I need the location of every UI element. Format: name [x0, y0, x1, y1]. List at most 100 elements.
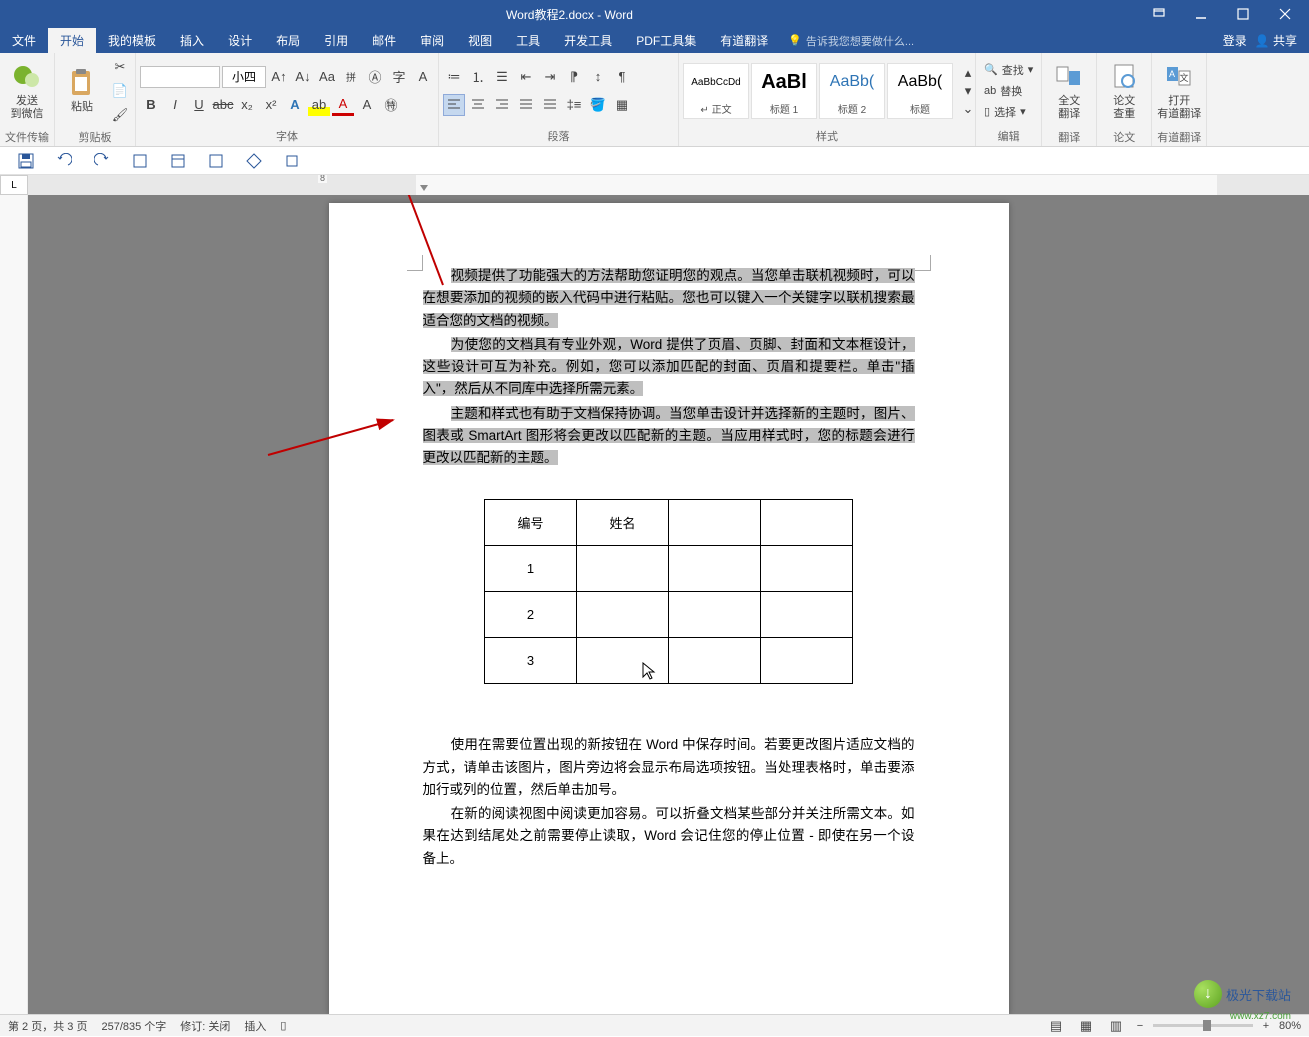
- numbering-button[interactable]: ⒈: [467, 66, 489, 88]
- status-page[interactable]: 第 2 页，共 3 页: [8, 1018, 87, 1034]
- ribbon-options-icon[interactable]: [1139, 1, 1179, 27]
- enclosed-char-button[interactable]: A: [412, 66, 434, 88]
- font-name-select[interactable]: [140, 66, 220, 88]
- ruler-horizontal[interactable]: 8: [28, 175, 1309, 195]
- increase-indent-button[interactable]: ⇥: [539, 66, 561, 88]
- style-title[interactable]: AaBb(标题: [887, 63, 953, 119]
- font-color-button[interactable]: A: [332, 94, 354, 116]
- qat-btn-6[interactable]: [206, 151, 226, 171]
- tab-mail[interactable]: 邮件: [360, 28, 408, 53]
- align-left-button[interactable]: [443, 94, 465, 116]
- paragraph-3[interactable]: 主题和样式也有助于文档保持协调。当您单击设计并选择新的主题时，图片、图表或 Sm…: [423, 403, 915, 470]
- ruler-vertical[interactable]: [0, 195, 28, 1015]
- view-web-button[interactable]: ▥: [1105, 1015, 1127, 1037]
- zoom-out-button[interactable]: −: [1135, 1020, 1145, 1032]
- borders-button[interactable]: ▦: [611, 94, 633, 116]
- clear-format-button[interactable]: Ⓐ: [364, 66, 386, 88]
- bullets-button[interactable]: ≔: [443, 66, 465, 88]
- tab-file[interactable]: 文件: [0, 28, 48, 53]
- tab-view[interactable]: 视图: [456, 28, 504, 53]
- document-table[interactable]: 编号姓名 1 2 3: [484, 499, 853, 684]
- qat-btn-7[interactable]: [244, 151, 264, 171]
- paste-button[interactable]: 粘贴: [59, 55, 105, 127]
- underline-button[interactable]: U: [188, 94, 210, 116]
- align-justify-button[interactable]: [515, 94, 537, 116]
- paragraph-4[interactable]: 使用在需要位置出现的新按钮在 Word 中保存时间。若要更改图片适应文档的方式，…: [423, 734, 915, 801]
- align-center-button[interactable]: [467, 94, 489, 116]
- view-print-button[interactable]: ▦: [1075, 1015, 1097, 1037]
- strikethrough-button[interactable]: abc: [212, 94, 234, 116]
- minimize-button[interactable]: [1181, 1, 1221, 27]
- fulltext-translate-button[interactable]: 全文 翻译: [1046, 55, 1092, 127]
- undo-button[interactable]: [54, 151, 74, 171]
- multilevel-button[interactable]: ☰: [491, 66, 513, 88]
- decrease-indent-button[interactable]: ⇤: [515, 66, 537, 88]
- find-button[interactable]: 🔍查找 ▾: [984, 60, 1033, 80]
- font-size-select[interactable]: [222, 66, 266, 88]
- view-read-button[interactable]: ▤: [1045, 1015, 1067, 1037]
- share-button[interactable]: 👤 共享: [1255, 32, 1297, 49]
- italic-button[interactable]: I: [164, 94, 186, 116]
- paragraph-5[interactable]: 在新的阅读视图中阅读更加容易。可以折叠文档某些部分并关注所需文本。如果在达到结尾…: [423, 803, 915, 870]
- superscript-button[interactable]: x²: [260, 94, 282, 116]
- text-direction-button[interactable]: ⁋: [563, 66, 585, 88]
- tab-insert[interactable]: 插入: [168, 28, 216, 53]
- subscript-button[interactable]: x₂: [236, 94, 258, 116]
- zoom-slider[interactable]: [1153, 1024, 1253, 1027]
- maximize-button[interactable]: [1223, 1, 1263, 27]
- open-youdao-button[interactable]: A文打开 有道翻译: [1156, 55, 1202, 127]
- align-right-button[interactable]: [491, 94, 513, 116]
- border-char-button[interactable]: 字: [388, 66, 410, 88]
- sort-button[interactable]: ↕: [587, 66, 609, 88]
- style-heading2[interactable]: AaBb(标题 2: [819, 63, 885, 119]
- save-button[interactable]: [16, 151, 36, 171]
- phonetic-button[interactable]: 拼: [340, 66, 362, 88]
- enclose-char-button[interactable]: ㊕: [380, 94, 402, 116]
- tab-templates[interactable]: 我的模板: [96, 28, 168, 53]
- tab-pdf[interactable]: PDF工具集: [624, 28, 708, 53]
- show-marks-button[interactable]: ¶: [611, 66, 633, 88]
- tell-me-input[interactable]: 💡 告诉我您想要做什么...: [788, 33, 914, 49]
- tab-design[interactable]: 设计: [216, 28, 264, 53]
- status-revision[interactable]: 修订: 关闭: [180, 1018, 230, 1034]
- close-button[interactable]: [1265, 1, 1305, 27]
- send-wechat-button[interactable]: 发送 到微信: [4, 55, 50, 127]
- tab-layout[interactable]: 布局: [264, 28, 312, 53]
- thesis-check-button[interactable]: 论文 查重: [1101, 55, 1147, 127]
- status-overtype-icon[interactable]: ▯: [280, 1019, 286, 1032]
- cut-button[interactable]: ✂: [109, 56, 131, 78]
- qat-btn-5[interactable]: [168, 151, 188, 171]
- tab-tools[interactable]: 工具: [504, 28, 552, 53]
- style-gallery[interactable]: AaBbCcDd↵ 正文 AaBl标题 1 AaBb(标题 2 AaBb(标题: [683, 63, 953, 119]
- align-distribute-button[interactable]: [539, 94, 561, 116]
- redo-button[interactable]: [92, 151, 112, 171]
- style-heading1[interactable]: AaBl标题 1: [751, 63, 817, 119]
- paragraph-2[interactable]: 为使您的文档具有专业外观，Word 提供了页眉、页脚、封面和文本框设计，这些设计…: [423, 334, 915, 401]
- login-button[interactable]: 登录: [1223, 32, 1247, 49]
- grow-font-button[interactable]: A↑: [268, 66, 290, 88]
- qat-btn-8[interactable]: [282, 151, 302, 171]
- qat-btn-4[interactable]: [130, 151, 150, 171]
- tab-references[interactable]: 引用: [312, 28, 360, 53]
- select-button[interactable]: ▯选择 ▾: [984, 102, 1033, 122]
- copy-button[interactable]: 📄: [109, 80, 131, 102]
- tab-devtools[interactable]: 开发工具: [552, 28, 624, 53]
- status-words[interactable]: 257/835 个字: [101, 1018, 166, 1034]
- bold-button[interactable]: B: [140, 94, 162, 116]
- format-painter-button[interactable]: 🖌: [109, 104, 131, 126]
- tab-review[interactable]: 审阅: [408, 28, 456, 53]
- change-case-button[interactable]: Aa: [316, 66, 338, 88]
- document-area[interactable]: 视频提供了功能强大的方法帮助您证明您的观点。当您单击联机视频时，可以在想要添加的…: [28, 195, 1309, 1015]
- tab-home[interactable]: 开始: [48, 28, 96, 53]
- text-effects-button[interactable]: A: [284, 94, 306, 116]
- char-shading-button[interactable]: A: [356, 94, 378, 116]
- tab-youdao[interactable]: 有道翻译: [708, 28, 780, 53]
- shading-button[interactable]: 🪣: [587, 94, 609, 116]
- highlight-button[interactable]: ab: [308, 94, 330, 116]
- style-normal[interactable]: AaBbCcDd↵ 正文: [683, 63, 749, 119]
- paragraph-1[interactable]: 视频提供了功能强大的方法帮助您证明您的观点。当您单击联机视频时，可以在想要添加的…: [423, 265, 915, 332]
- shrink-font-button[interactable]: A↓: [292, 66, 314, 88]
- replace-button[interactable]: ab替换: [984, 81, 1033, 101]
- line-spacing-button[interactable]: ‡≡: [563, 94, 585, 116]
- status-insert[interactable]: 插入: [244, 1018, 266, 1034]
